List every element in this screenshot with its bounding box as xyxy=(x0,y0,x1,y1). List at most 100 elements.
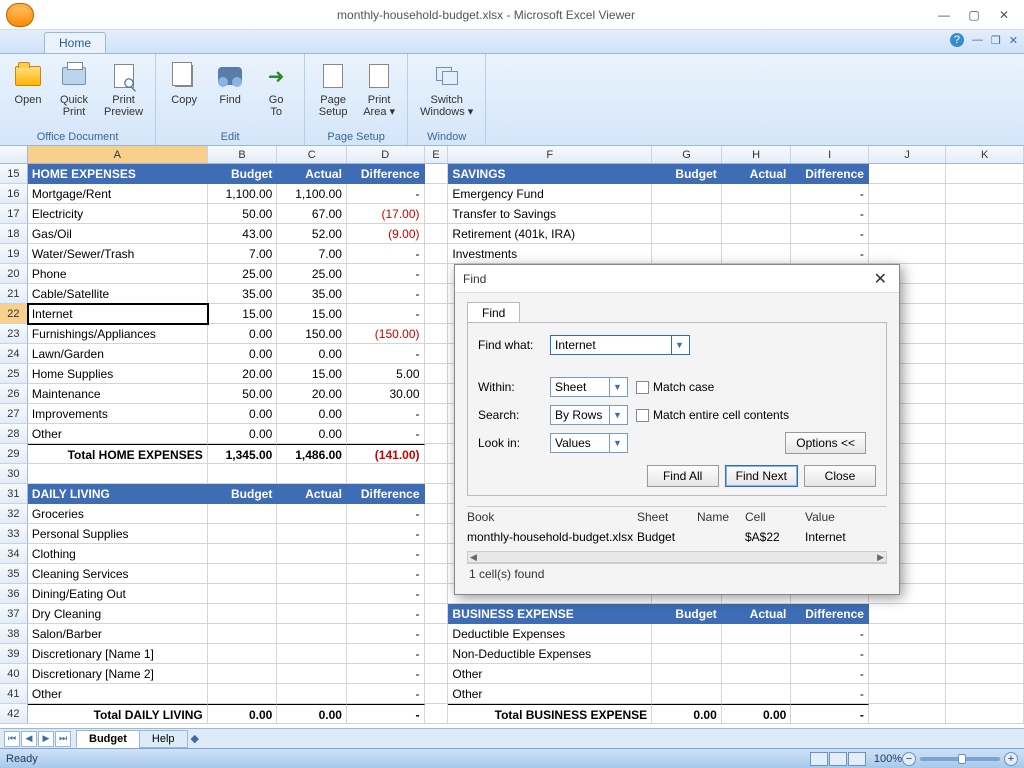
cell[interactable]: 20.00 xyxy=(277,384,347,404)
cell[interactable]: 1,345.00 xyxy=(208,444,278,464)
row-header[interactable]: 33 xyxy=(0,524,28,544)
cell[interactable]: Discretionary [Name 2] xyxy=(28,664,208,684)
cell[interactable]: - xyxy=(791,664,869,684)
match-case-checkbox[interactable]: Match case xyxy=(636,380,714,394)
row-header[interactable]: 37 xyxy=(0,604,28,624)
col-header-E[interactable]: E xyxy=(425,146,449,163)
maximize-button[interactable]: ▢ xyxy=(960,5,988,25)
cell[interactable]: - xyxy=(347,424,425,444)
cell[interactable] xyxy=(208,504,278,524)
cell[interactable]: - xyxy=(791,624,869,644)
cell[interactable] xyxy=(946,304,1024,324)
cell[interactable]: 15.00 xyxy=(208,304,278,324)
cell[interactable] xyxy=(347,464,425,484)
row-header[interactable]: 27 xyxy=(0,404,28,424)
row-header[interactable]: 22 xyxy=(0,304,28,324)
cell[interactable]: 7.00 xyxy=(208,244,278,264)
cell[interactable] xyxy=(946,584,1024,604)
cell[interactable] xyxy=(946,664,1024,684)
find-button[interactable]: Find xyxy=(208,58,252,108)
mdi-close-icon[interactable]: ✕ xyxy=(1009,34,1018,47)
row-header[interactable]: 40 xyxy=(0,664,28,684)
cell[interactable]: 35.00 xyxy=(208,284,278,304)
cell[interactable]: 35.00 xyxy=(277,284,347,304)
cell[interactable] xyxy=(869,204,947,224)
row-header[interactable]: 42 xyxy=(0,704,28,724)
cell[interactable]: Emergency Fund xyxy=(448,184,652,204)
tab-home[interactable]: Home xyxy=(44,32,106,53)
row-header[interactable]: 17 xyxy=(0,204,28,224)
cell[interactable]: 0.00 xyxy=(277,344,347,364)
row-header[interactable]: 26 xyxy=(0,384,28,404)
cell[interactable]: 0.00 xyxy=(277,704,347,724)
cell[interactable] xyxy=(277,604,347,624)
cell[interactable] xyxy=(425,704,449,724)
cell[interactable] xyxy=(946,284,1024,304)
cell[interactable]: 50.00 xyxy=(208,384,278,404)
cell[interactable] xyxy=(722,184,792,204)
cell[interactable]: - xyxy=(347,604,425,624)
find-dialog-titlebar[interactable]: Find ✕ xyxy=(455,265,899,293)
cell[interactable]: 0.00 xyxy=(208,704,278,724)
cell[interactable]: Salon/Barber xyxy=(28,624,208,644)
cell[interactable] xyxy=(946,444,1024,464)
cell[interactable]: - xyxy=(791,684,869,704)
cell[interactable] xyxy=(208,684,278,704)
cell[interactable]: 150.00 xyxy=(277,324,347,344)
chevron-down-icon[interactable]: ▼ xyxy=(671,336,687,354)
row-header[interactable]: 25 xyxy=(0,364,28,384)
cell[interactable] xyxy=(722,224,792,244)
cell[interactable] xyxy=(722,664,792,684)
cell[interactable] xyxy=(425,484,449,504)
cell[interactable]: Actual xyxy=(277,164,347,184)
cell[interactable] xyxy=(869,244,947,264)
cell[interactable] xyxy=(425,244,449,264)
cell[interactable] xyxy=(869,604,947,624)
cell[interactable]: - xyxy=(347,344,425,364)
cell[interactable]: (9.00) xyxy=(347,224,425,244)
cell[interactable] xyxy=(277,544,347,564)
cell[interactable]: Budget xyxy=(652,604,722,624)
cell[interactable]: Electricity xyxy=(28,204,208,224)
cell[interactable]: HOME EXPENSES xyxy=(28,164,208,184)
cell[interactable] xyxy=(652,184,722,204)
row-header[interactable]: 30 xyxy=(0,464,28,484)
view-page-break-button[interactable] xyxy=(848,752,866,766)
cell[interactable]: 0.00 xyxy=(208,344,278,364)
cell[interactable] xyxy=(946,184,1024,204)
cell[interactable]: 25.00 xyxy=(208,264,278,284)
cell[interactable]: Water/Sewer/Trash xyxy=(28,244,208,264)
cell[interactable]: Budget xyxy=(208,484,278,504)
cell[interactable]: - xyxy=(347,304,425,324)
cell[interactable]: SAVINGS xyxy=(448,164,652,184)
goto-button[interactable]: ➜Go To xyxy=(254,58,298,120)
cell[interactable] xyxy=(946,344,1024,364)
cell[interactable]: Non-Deductible Expenses xyxy=(448,644,652,664)
cell[interactable] xyxy=(425,204,449,224)
cell[interactable]: Difference xyxy=(347,484,425,504)
sheet-nav-last[interactable]: ⏭ xyxy=(55,731,71,747)
zoom-in-button[interactable]: + xyxy=(1004,752,1018,766)
cell[interactable] xyxy=(652,244,722,264)
cell[interactable] xyxy=(277,504,347,524)
cell[interactable]: Personal Supplies xyxy=(28,524,208,544)
mdi-restore-icon[interactable]: ❐ xyxy=(991,34,1001,47)
cell[interactable]: Actual xyxy=(277,484,347,504)
cell[interactable]: BUSINESS EXPENSE xyxy=(448,604,652,624)
cell[interactable]: Difference xyxy=(791,164,869,184)
cell[interactable] xyxy=(425,624,449,644)
cell[interactable]: Phone xyxy=(28,264,208,284)
cell[interactable] xyxy=(946,464,1024,484)
cell[interactable]: Other xyxy=(448,664,652,684)
cell[interactable] xyxy=(869,664,947,684)
cell[interactable]: Difference xyxy=(791,604,869,624)
cell[interactable]: - xyxy=(347,244,425,264)
cell[interactable]: Home Supplies xyxy=(28,364,208,384)
cell[interactable]: - xyxy=(347,624,425,644)
cell[interactable]: Furnishings/Appliances xyxy=(28,324,208,344)
cell[interactable] xyxy=(425,404,449,424)
cell[interactable] xyxy=(425,364,449,384)
cell[interactable] xyxy=(722,644,792,664)
cell[interactable]: - xyxy=(347,284,425,304)
cell[interactable] xyxy=(652,204,722,224)
